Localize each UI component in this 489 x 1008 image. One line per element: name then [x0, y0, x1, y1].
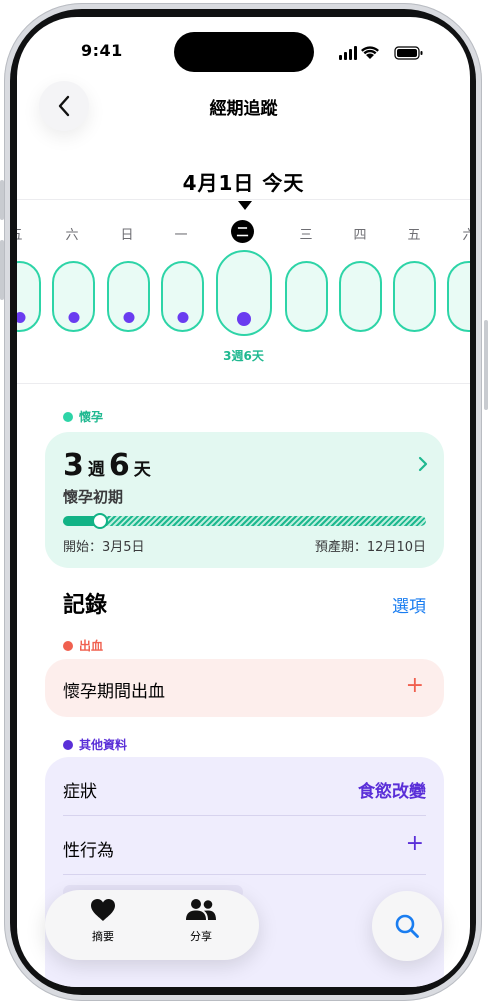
bleeding-card[interactable]: 懷孕期間出血 +: [45, 659, 444, 717]
logged-dot: [237, 312, 251, 326]
tab-share-label: 分享: [190, 930, 212, 943]
weekday-label-selected: 二: [231, 220, 254, 243]
pregnancy-due-date: 預產期：12月10日: [314, 540, 426, 555]
pregnancy-section-label: 懷孕: [63, 408, 103, 425]
pregnancy-stage: 懷孕初期: [63, 488, 124, 506]
add-sexual-activity-button[interactable]: +: [406, 831, 424, 856]
other-dot-icon: [63, 740, 73, 750]
bleeding-item-label: 懷孕期間出血: [63, 682, 165, 702]
tab-share[interactable]: 分享: [161, 898, 241, 944]
day-pill[interactable]: [339, 261, 382, 332]
pregnancy-progress-bar: [63, 513, 426, 529]
chevron-right-icon: [418, 456, 428, 472]
tab-summary[interactable]: 摘要: [63, 898, 143, 944]
sexual-activity-label: 性行為: [63, 841, 114, 861]
side-button-right: [484, 320, 488, 410]
side-button-left: [0, 240, 4, 300]
weekday-label: 六: [65, 228, 79, 243]
status-time: 9:41: [81, 41, 123, 60]
day-pill-selected[interactable]: [216, 250, 272, 336]
weekday-label: 三: [299, 228, 313, 243]
logged-dot: [177, 312, 188, 323]
weekday-label: 五: [407, 228, 421, 243]
pregnancy-progress-knob: [92, 513, 109, 529]
status-icons: [339, 45, 429, 60]
dynamic-island: [174, 32, 314, 72]
weekday-label: 六: [462, 228, 470, 243]
logged-dot: [17, 312, 25, 323]
weekday-label: 日: [120, 228, 134, 243]
search-icon: [395, 914, 419, 938]
day-pill[interactable]: [107, 261, 150, 332]
day-pill[interactable]: [285, 261, 328, 332]
weekday-label: 五: [17, 224, 31, 243]
selected-week-label: 3週6天: [223, 349, 264, 363]
bleeding-section-label: 出血: [63, 637, 103, 654]
add-bleeding-button[interactable]: +: [406, 673, 424, 698]
day-pill[interactable]: [447, 261, 470, 332]
other-section-label: 其他資料: [63, 736, 127, 753]
logged-dot: [68, 312, 79, 323]
options-link[interactable]: 選項: [392, 592, 426, 617]
day-pill[interactable]: [393, 261, 436, 332]
day-pill[interactable]: [17, 261, 41, 332]
symptoms-value[interactable]: 食慾改變: [358, 777, 426, 802]
search-button[interactable]: [372, 891, 442, 961]
selected-date: 4月1日 今天: [182, 171, 305, 195]
divider: [17, 199, 470, 200]
tab-bar: 摘要 分享: [45, 890, 259, 960]
divider: [17, 383, 470, 384]
signal-wifi-battery-icon: [339, 46, 423, 60]
page-title: 經期追蹤: [209, 99, 278, 119]
tab-summary-label: 摘要: [92, 930, 114, 943]
row-divider: [63, 874, 426, 875]
heart-icon: [91, 899, 115, 921]
row-divider: [63, 815, 426, 816]
day-pill[interactable]: [161, 261, 204, 332]
today-pointer-icon: [238, 201, 252, 210]
symptoms-label: 症狀: [63, 782, 97, 802]
logged-dot: [123, 312, 134, 323]
pregnancy-dot-icon: [63, 412, 73, 422]
screen: 9:41 經期追蹤 4月1日 今天 五 六 日 一 二 三 四 五 六: [17, 17, 470, 987]
records-title: 記錄: [63, 593, 108, 618]
side-button-left: [0, 180, 4, 220]
people-icon: [186, 899, 216, 920]
bleeding-dot-icon: [63, 641, 73, 651]
pregnancy-card[interactable]: 3週6天 懷孕初期 開始：3月5日 預產期：12月10日: [45, 432, 444, 568]
pregnancy-duration: 3週6天: [63, 448, 151, 483]
weekday-label: 四: [353, 228, 367, 243]
day-pill[interactable]: [52, 261, 95, 332]
weekday-label: 一: [174, 228, 188, 243]
pregnancy-start: 開始：3月5日: [63, 540, 145, 555]
